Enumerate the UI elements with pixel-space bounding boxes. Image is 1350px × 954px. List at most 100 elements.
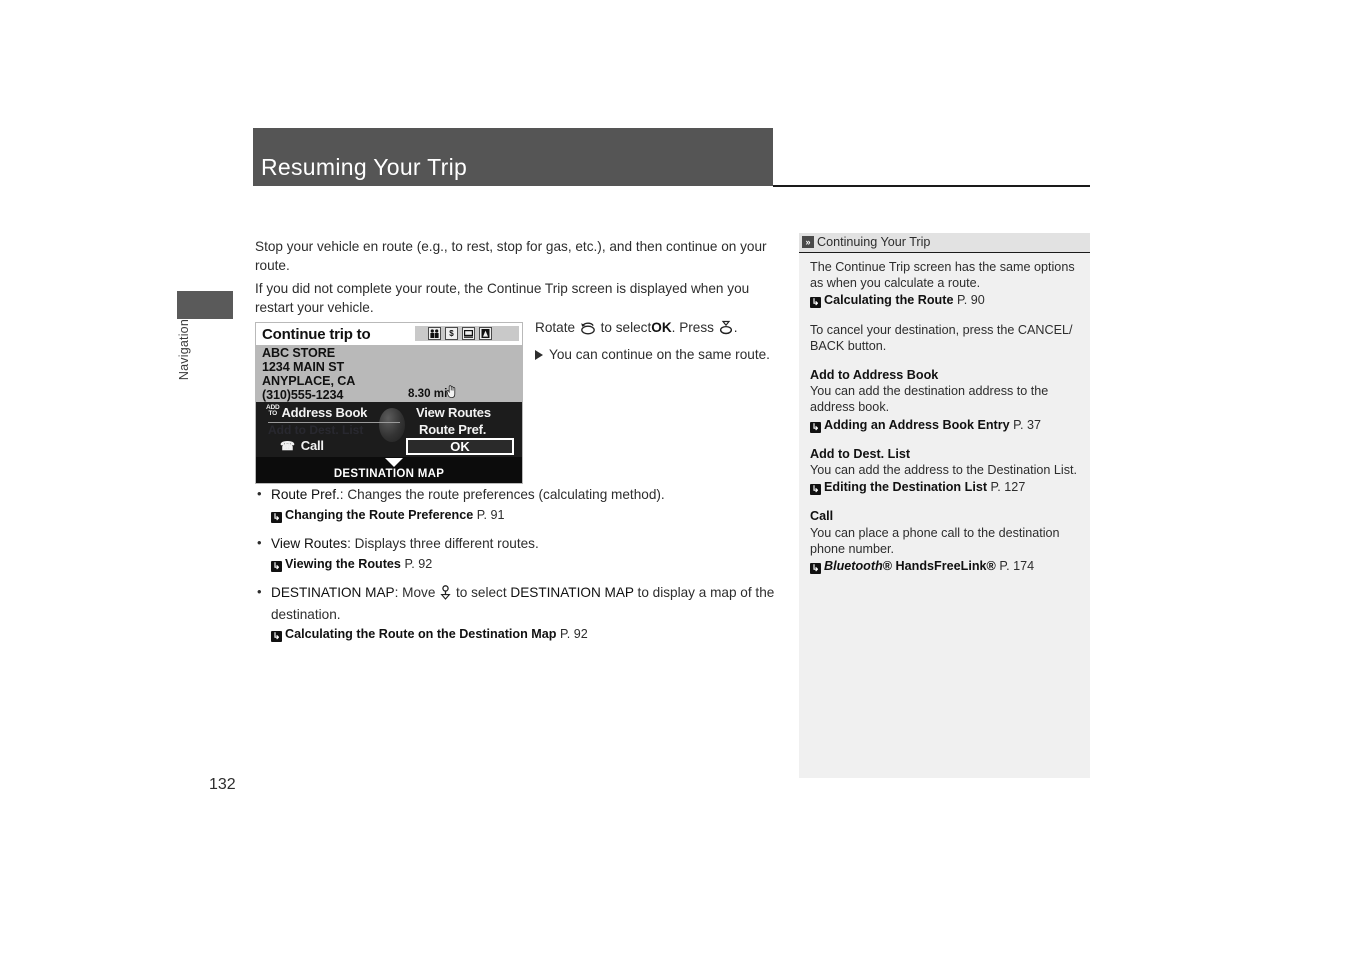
navigation-screen-illustration: Continue trip to $ ABC STORE 1234 MAIN S… bbox=[255, 322, 523, 484]
nav-button-route-pref[interactable]: Route Pref. bbox=[419, 422, 486, 437]
reference-arrow-icon: ↳ bbox=[810, 563, 821, 575]
double-chevron-icon: » bbox=[802, 236, 814, 248]
side-note-heading: Call bbox=[810, 509, 834, 524]
side-note-text: The Continue Trip screen has the same op… bbox=[810, 260, 1075, 291]
bullet-desc-view-routes: : Displays three different routes. bbox=[347, 536, 539, 551]
screen-icon bbox=[462, 327, 475, 340]
nav-button-call-label: Call bbox=[300, 438, 324, 453]
callout-rotate-word: Rotate bbox=[535, 320, 576, 335]
nav-screen-titlebar: Continue trip to $ bbox=[256, 323, 522, 346]
intro-paragraph-2: If you did not complete your route, the … bbox=[255, 281, 750, 315]
bullet-term-route-pref: Route Pref. bbox=[271, 487, 340, 502]
side-note-text: You can add the destination address to t… bbox=[810, 384, 1049, 415]
side-note-block: Call You can place a phone call to the d… bbox=[810, 508, 1078, 575]
rotate-knob-icon bbox=[579, 321, 597, 340]
section-tab-text: Navigation bbox=[177, 319, 191, 381]
list-item: Route Pref.: Changes the route preferenc… bbox=[255, 485, 795, 525]
callout-ok-label: OK bbox=[651, 320, 672, 335]
reference-arrow-icon: ↳ bbox=[810, 421, 821, 433]
reference-arrow-icon: ↳ bbox=[271, 560, 282, 572]
map-icon bbox=[479, 327, 492, 340]
reference-arrow-icon: ↳ bbox=[271, 511, 282, 523]
reference-page: P. 92 bbox=[404, 556, 433, 571]
side-note-block: To cancel your destination, press the CA… bbox=[810, 322, 1078, 354]
side-note-panel: » Continuing Your Trip The Continue Trip… bbox=[799, 233, 1090, 778]
list-item: View Routes: Displays three different ro… bbox=[255, 534, 795, 574]
hand-cursor-icon bbox=[445, 385, 457, 399]
reference-arrow-icon: ↳ bbox=[810, 484, 821, 496]
dollar-icon: $ bbox=[445, 327, 458, 340]
reference-arrow-icon: ↳ bbox=[271, 631, 282, 642]
cross-reference[interactable]: ↳ Bluetooth® HandsFreeLink® P. 174 bbox=[810, 558, 1078, 575]
reference-page: P. 127 bbox=[990, 480, 1026, 495]
nav-button-area: ADD TO Address Book Add to Dest. List ☎ Ca… bbox=[256, 402, 522, 457]
reference-title-italic: Bluetooth bbox=[824, 559, 883, 574]
list-item: DESTINATION MAP: Move to select DESTINAT… bbox=[255, 583, 795, 644]
nav-button-view-routes[interactable]: View Routes bbox=[416, 405, 491, 420]
section-tab-marker bbox=[177, 291, 233, 319]
callout-main-line: Rotate to selectOK. Press . bbox=[535, 319, 785, 340]
callout-select-word: to select bbox=[600, 320, 652, 335]
cross-reference[interactable]: ↳ Adding an Address Book Entry P. 37 bbox=[810, 417, 1078, 433]
nav-status-icon-strip: $ bbox=[415, 326, 519, 341]
screen-instruction-callout: Rotate to selectOK. Press . You can cont… bbox=[535, 319, 785, 364]
side-note-heading: Add to Address Book bbox=[810, 368, 939, 383]
page-number: 132 bbox=[209, 776, 236, 793]
press-knob-icon bbox=[718, 320, 734, 340]
callout-sub-text: You can continue on the same route. bbox=[549, 347, 770, 362]
reference-title: Calculating the Route on the Destination… bbox=[285, 627, 557, 641]
nav-destination-address: ABC STORE 1234 MAIN ST ANYPLACE, CA (310… bbox=[262, 346, 356, 402]
callout-press-word: . Press bbox=[671, 320, 714, 335]
nav-button-address-book[interactable]: ADD TO Address Book bbox=[266, 404, 368, 420]
bullet-term-view-routes: View Routes bbox=[271, 536, 348, 551]
people-icon bbox=[428, 327, 441, 340]
side-note-title: Continuing Your Trip bbox=[817, 235, 931, 249]
reference-page: P. 174 bbox=[999, 559, 1035, 574]
side-note-text: You can place a phone call to the destin… bbox=[810, 525, 1060, 556]
nav-distance-value: 8.30 mi bbox=[408, 387, 448, 400]
side-note-block: The Continue Trip screen has the same op… bbox=[810, 259, 1078, 309]
joystick-icon bbox=[439, 585, 452, 606]
side-note-heading: Add to Dest. List bbox=[810, 446, 911, 461]
side-note-block: Add to Dest. List You can add the addres… bbox=[810, 446, 1078, 496]
bullet-desc-a: : Move bbox=[394, 585, 436, 600]
nav-screen-title: Continue trip to bbox=[262, 326, 371, 343]
bullet-desc-b: to select bbox=[455, 585, 507, 600]
page-title: Resuming Your Trip bbox=[261, 154, 468, 180]
options-bullet-list: Route Pref.: Changes the route preferenc… bbox=[255, 485, 795, 655]
reference-title: Viewing the Routes bbox=[285, 556, 401, 571]
header-rule bbox=[773, 185, 1090, 187]
reference-page: P. 37 bbox=[1013, 417, 1041, 432]
reference-arrow-icon: ↳ bbox=[810, 297, 821, 309]
add-to-glyph: ADD TO bbox=[266, 404, 280, 417]
nav-button-dest-list-disabled: Add to Dest. List bbox=[268, 423, 364, 437]
reference-title: Adding an Address Book Entry bbox=[824, 417, 1010, 432]
nav-button-address-book-label: Address Book bbox=[281, 405, 368, 420]
bullet-desc-c: DESTINATION MAP bbox=[510, 585, 634, 600]
nav-destination-block: ABC STORE 1234 MAIN ST ANYPLACE, CA (310… bbox=[256, 345, 522, 402]
nav-footer-label: DESTINATION MAP bbox=[333, 468, 445, 480]
callout-sub-line: You can continue on the same route. bbox=[535, 346, 785, 364]
nav-footer-bar: DESTINATION MAP bbox=[256, 457, 522, 483]
reference-title-rest: ® HandsFreeLink® bbox=[882, 559, 996, 574]
reference-title: Editing the Destination List bbox=[824, 480, 988, 495]
nav-button-call[interactable]: ☎ Call bbox=[280, 438, 324, 453]
reference-page: P. 92 bbox=[559, 627, 588, 641]
side-note-header: » Continuing Your Trip bbox=[799, 233, 1090, 253]
cross-reference[interactable]: ↳ Viewing the Routes P. 92 bbox=[271, 555, 795, 574]
bullet-desc-route-pref: : Changes the route preferences (calcula… bbox=[339, 487, 665, 502]
down-arrow-icon bbox=[385, 458, 403, 467]
section-tab-label: Navigation bbox=[177, 319, 233, 439]
cross-reference[interactable]: ↳ Calculating the Route on the Destinatio… bbox=[271, 625, 795, 644]
triangle-bullet-icon bbox=[535, 350, 543, 360]
cross-reference[interactable]: ↳ Changing the Route Preference P. 91 bbox=[271, 506, 795, 525]
reference-title: Calculating the Route bbox=[824, 293, 954, 308]
callout-period: . bbox=[733, 320, 738, 335]
nav-button-ok[interactable]: OK bbox=[406, 438, 514, 455]
cross-reference[interactable]: ↳ Editing the Destination List P. 127 bbox=[810, 479, 1078, 496]
bullet-term-destination-map: DESTINATION MAP bbox=[271, 585, 395, 600]
phone-icon: ☎ bbox=[280, 439, 295, 453]
cross-reference[interactable]: ↳ Calculating the Route P. 90 bbox=[810, 292, 1078, 309]
reference-page: P. 90 bbox=[956, 293, 985, 308]
side-note-text: You can add the address to the Destinati… bbox=[810, 463, 1077, 478]
